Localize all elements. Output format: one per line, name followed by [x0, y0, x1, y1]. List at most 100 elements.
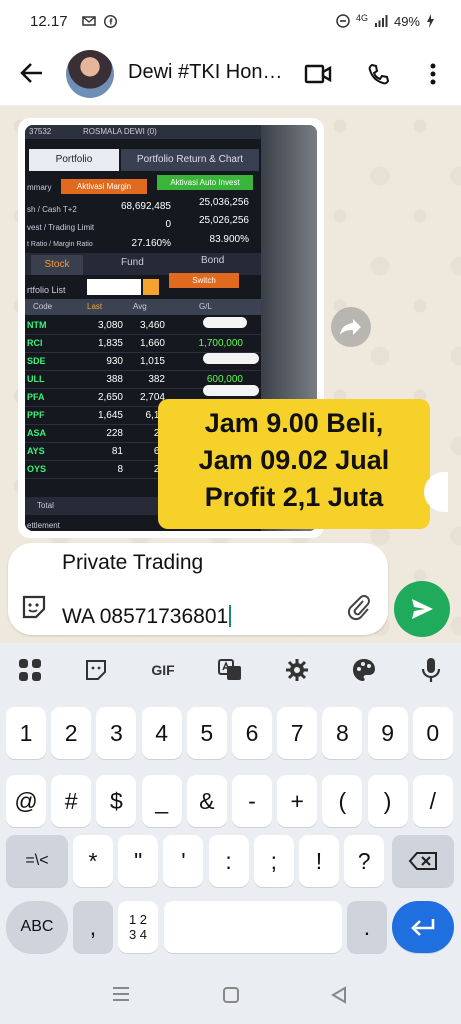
key-symbol[interactable]: &	[186, 775, 227, 827]
table-cell: 1,700,000	[198, 338, 244, 349]
key-symbol[interactable]: :	[208, 835, 249, 887]
system-nav-bar	[0, 970, 461, 1024]
palette-icon	[353, 659, 375, 681]
compose-text-line2[interactable]: WA 08571736801	[62, 605, 232, 629]
comma-key[interactable]: ,	[73, 901, 113, 953]
table-cell: 1,645	[97, 410, 123, 421]
chat-header: Dewi #TKI Hon…	[0, 44, 461, 106]
screen: 12.17 4G 49% Dewi #TKI Hon… 37532 ROSMAL…	[0, 0, 461, 1024]
home-icon[interactable]	[222, 986, 240, 1004]
enter-key[interactable]	[392, 901, 454, 953]
battery-percent: 49%	[393, 13, 420, 29]
send-button[interactable]	[394, 581, 450, 637]
key-4[interactable]: 4	[141, 707, 182, 759]
caption-overlay: Jam 9.00 Beli, Jam 09.02 Jual Profit 2,1…	[158, 399, 430, 529]
forward-icon	[340, 319, 361, 335]
more-options-button[interactable]	[418, 59, 448, 89]
signal-icon	[374, 15, 388, 28]
key-symbol[interactable]: _	[141, 775, 182, 827]
table-cell: ULL	[27, 374, 45, 384]
key-symbol[interactable]: (	[322, 775, 363, 827]
theme-button[interactable]	[344, 655, 384, 685]
microphone-icon	[421, 658, 441, 682]
more-vertical-icon	[430, 63, 436, 85]
key-9[interactable]: 9	[367, 707, 408, 759]
table-cell: 2,650	[97, 392, 123, 403]
backspace-key[interactable]	[392, 835, 454, 887]
apps-grid-button[interactable]	[10, 655, 50, 685]
key-6[interactable]: 6	[232, 707, 272, 759]
key-symbol[interactable]: ?	[344, 835, 385, 887]
sticker-icon[interactable]	[20, 593, 48, 621]
translate-button[interactable]	[210, 655, 250, 685]
send-icon	[412, 599, 433, 619]
period-key[interactable]: .	[347, 901, 387, 953]
abc-key[interactable]: ABC	[6, 901, 68, 953]
video-call-icon	[304, 64, 332, 84]
phone-icon	[368, 63, 390, 85]
key-symbol[interactable]: /	[412, 775, 453, 827]
status-right: 4G 49%	[336, 13, 435, 29]
key-symbol[interactable]: *	[73, 835, 113, 887]
back-arrow-icon[interactable]	[18, 59, 46, 87]
numpad-label-bottom: 3 4	[128, 927, 148, 942]
table-cell: PFA	[27, 392, 45, 402]
key-2[interactable]: 2	[51, 707, 92, 759]
table-cell: 1,835	[97, 338, 123, 349]
symbols-page-key[interactable]: =\<	[6, 835, 68, 887]
key-symbol[interactable]: !	[299, 835, 339, 887]
redacted-mark	[203, 353, 259, 364]
back-nav-icon[interactable]	[330, 986, 348, 1004]
key-symbol[interactable]: '	[163, 835, 204, 887]
network-type: 4G	[355, 13, 368, 23]
key-symbol[interactable]: +	[277, 775, 318, 827]
key-symbol[interactable]: "	[118, 835, 159, 887]
table-cell: RCI	[27, 338, 43, 348]
do-not-disturb-icon	[336, 14, 350, 28]
account-bar: 37532 ROSMALA DEWI (0)	[25, 125, 261, 139]
table-cell: 8	[117, 464, 123, 475]
contact-name[interactable]: Dewi #TKI Hon…	[128, 61, 283, 84]
table-row: RCI 1,835 1,660 1,700,000	[25, 335, 261, 353]
key-5[interactable]: 5	[186, 707, 227, 759]
table-cell: 3,460	[139, 320, 165, 331]
forward-button[interactable]	[331, 307, 371, 347]
key-3[interactable]: 3	[96, 707, 137, 759]
key-1[interactable]: 1	[6, 707, 46, 759]
video-call-button[interactable]	[303, 59, 333, 89]
settings-button[interactable]	[277, 655, 317, 685]
redacted-mark	[203, 385, 259, 396]
table-cell: 382	[148, 374, 165, 385]
key-7[interactable]: 7	[277, 707, 318, 759]
redacted-mark	[203, 317, 247, 328]
table-cell: 388	[106, 374, 123, 385]
key-symbol[interactable]: #	[51, 775, 92, 827]
table-cell: 1,015	[139, 356, 165, 367]
gear-icon	[286, 659, 308, 681]
key-symbol[interactable]: )	[367, 775, 408, 827]
contact-avatar[interactable]	[66, 50, 114, 98]
table-header: Code Last Avg G/L	[25, 299, 261, 315]
key-symbol[interactable]: @	[6, 775, 46, 827]
key-symbol[interactable]: $	[96, 775, 137, 827]
search-go	[143, 279, 159, 295]
recents-icon[interactable]	[112, 986, 130, 1002]
voice-call-button[interactable]	[364, 59, 394, 89]
message-compose-box[interactable]: Private Trading WA 08571736801	[8, 543, 388, 635]
numpad-key[interactable]: 1 23 4	[118, 901, 158, 953]
key-symbol[interactable]: ;	[253, 835, 294, 887]
table-cell: 2,704	[139, 392, 165, 403]
voice-input-button[interactable]	[411, 655, 451, 685]
key-8[interactable]: 8	[322, 707, 363, 759]
space-key[interactable]	[164, 901, 342, 953]
numpad-label-top: 1 2	[128, 912, 148, 927]
table-cell: AYS	[27, 446, 45, 456]
gif-button[interactable]: GIF	[143, 655, 183, 685]
key-symbol[interactable]: -	[232, 775, 272, 827]
sticker-button[interactable]	[76, 655, 116, 685]
facebook-icon	[103, 14, 117, 28]
compose-text-line1[interactable]: Private Trading	[62, 551, 203, 575]
table-cell: PPF	[27, 410, 45, 420]
attachment-icon[interactable]	[346, 593, 372, 621]
key-10[interactable]: 0	[412, 707, 453, 759]
